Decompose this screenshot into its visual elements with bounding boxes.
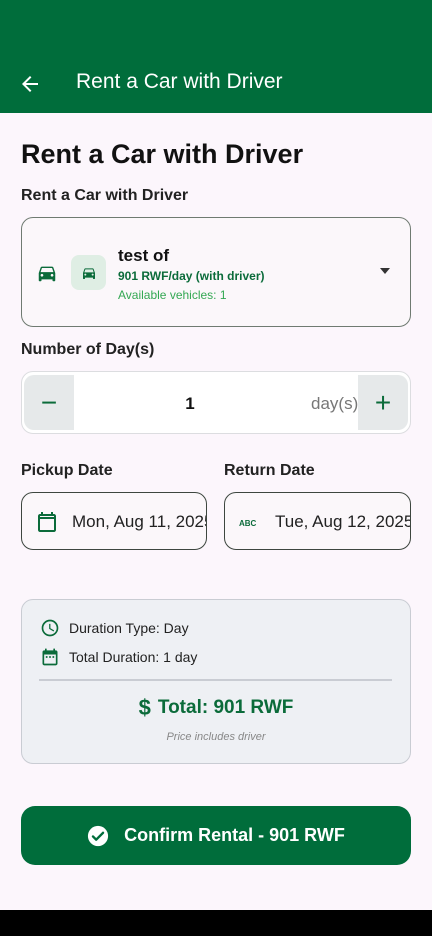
svg-text:ABC: ABC [239, 519, 257, 528]
minus-icon: − [40, 386, 58, 418]
page-title: Rent a Car with Driver [21, 139, 304, 169]
system-navigation-bar [0, 910, 432, 936]
car-icon [38, 266, 56, 282]
service-name: test of [118, 246, 169, 265]
pickup-date-field[interactable]: Mon, Aug 11, 2025 [21, 492, 207, 550]
service-price: 901 RWF/day (with driver) [118, 269, 265, 283]
confirm-rental-label: Confirm Rental - 901 RWF [124, 825, 345, 845]
total-price-text: Total: 901 RWF [157, 697, 294, 718]
days-stepper: − 1 day(s) + [21, 371, 411, 434]
return-date-label: Return Date [224, 462, 315, 479]
service-dropdown[interactable]: test of 901 RWF/day (with driver) Availa… [21, 217, 411, 327]
price-note: Price includes driver [166, 731, 266, 743]
return-date-field[interactable]: ABC Tue, Aug 12, 2025 [224, 492, 411, 550]
decrease-days-button[interactable]: − [24, 375, 74, 430]
calendar-icon [38, 512, 56, 532]
return-date-value: Tue, Aug 12, 2025 [275, 512, 411, 531]
clock-icon [41, 619, 59, 637]
total-price: $ Total: 901 RWF [22, 695, 410, 721]
app-bar: Rent a Car with Driver [0, 0, 432, 113]
increase-days-button[interactable]: + [358, 375, 408, 430]
abc-text-icon: ABC [239, 519, 257, 528]
calendar-icon [42, 648, 58, 666]
days-unit: day(s) [311, 394, 359, 413]
duration-type-row: Duration Type: Day [40, 618, 189, 638]
dollar-icon: $ [138, 695, 151, 720]
service-label: Rent a Car with Driver [21, 187, 189, 204]
plus-icon: + [374, 386, 392, 418]
total-duration-row: Total Duration: 1 day [40, 647, 197, 667]
dropdown-arrow-icon [380, 268, 390, 274]
pickup-date-value: Mon, Aug 11, 2025 [72, 512, 207, 531]
total-duration-text: Total Duration: 1 day [69, 649, 198, 665]
service-avatar [71, 255, 106, 290]
car-icon [82, 267, 95, 279]
app-root: Rent a Car with Driver Rent a Car with D… [0, 0, 432, 936]
rental-summary-card: Duration Type: Day Total Duration: 1 day… [21, 599, 411, 764]
summary-divider [39, 679, 392, 681]
service-availability: Available vehicles: 1 [118, 288, 227, 302]
check-circle-icon [88, 825, 109, 846]
pickup-date-label: Pickup Date [21, 462, 113, 479]
days-value[interactable]: 1 [182, 394, 198, 414]
duration-type-text: Duration Type: Day [69, 620, 189, 636]
app-bar-title: Rent a Car with Driver [76, 70, 283, 93]
confirm-rental-button[interactable]: Confirm Rental - 901 RWF [21, 806, 411, 865]
days-label: Number of Day(s) [21, 341, 155, 358]
arrow-left-icon[interactable] [18, 72, 42, 96]
